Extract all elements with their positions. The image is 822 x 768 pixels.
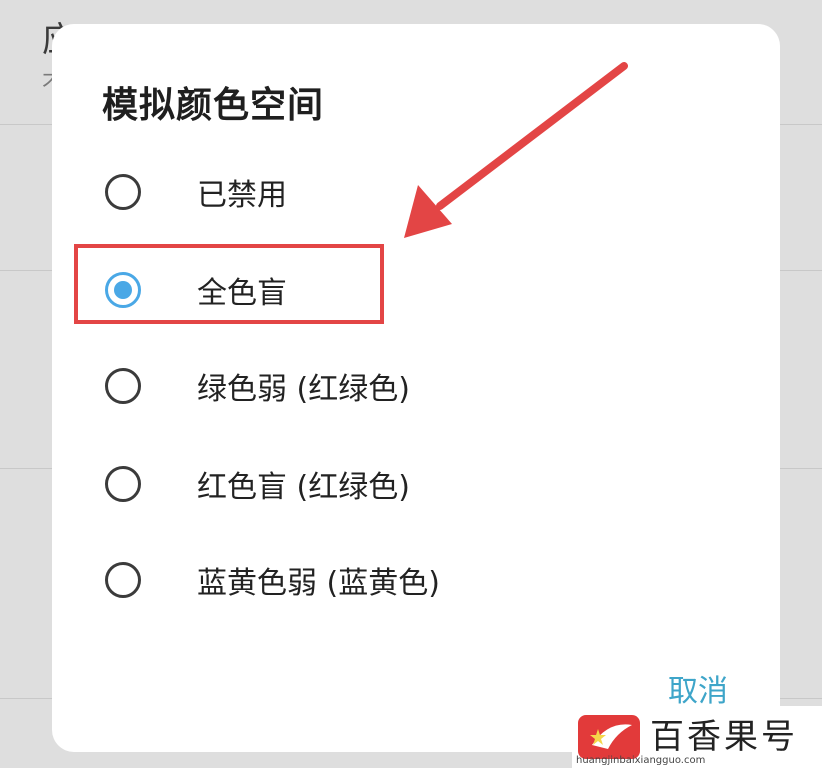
watermark-logo-icon xyxy=(578,715,640,759)
watermark-text: 百香果号 xyxy=(650,717,798,757)
watermark-url: huangjinbaixiangguo.com xyxy=(576,755,706,766)
watermark: 百香果号 huangjinbaixiangguo.com xyxy=(572,706,822,768)
red-arrow-annotation xyxy=(404,62,628,238)
